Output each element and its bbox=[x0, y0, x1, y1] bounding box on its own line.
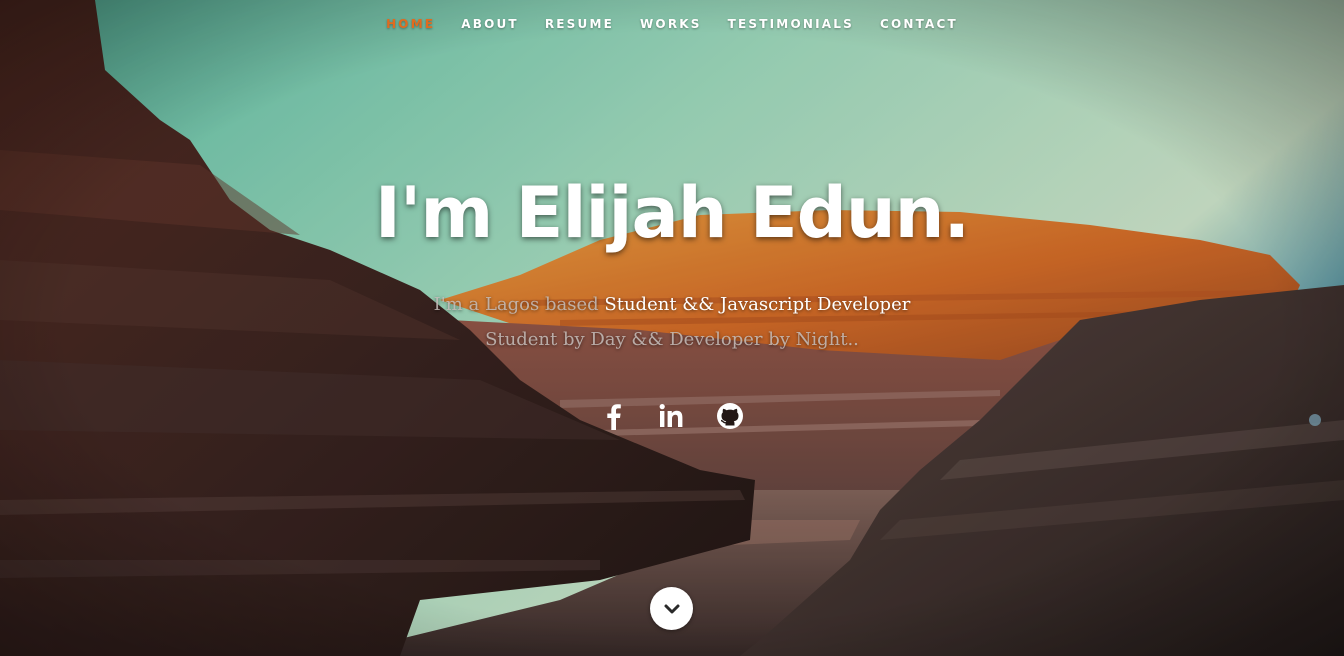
linkedin-link[interactable] bbox=[654, 398, 690, 434]
hero-section: HOME ABOUT RESUME WORKS TESTIMONIALS CON… bbox=[0, 0, 1344, 656]
canyon-background-image bbox=[0, 0, 1344, 656]
facebook-icon bbox=[607, 404, 621, 430]
linkedin-icon bbox=[659, 404, 683, 427]
banner-title: I'm Elijah Edun. bbox=[374, 172, 970, 254]
banner-subtagline: Student by Day && Developer by Night.. bbox=[485, 329, 859, 350]
github-icon bbox=[717, 403, 743, 429]
main-nav: HOME ABOUT RESUME WORKS TESTIMONIALS CON… bbox=[0, 0, 1344, 48]
banner-tagline-prefix: I'm a Lagos based bbox=[433, 294, 599, 315]
chevron-down-icon bbox=[664, 604, 679, 613]
nav-item-about[interactable]: ABOUT bbox=[448, 17, 532, 31]
github-link[interactable] bbox=[712, 398, 748, 434]
nav-item-contact[interactable]: CONTACT bbox=[867, 17, 971, 31]
nav-item-testimonials[interactable]: TESTIMONIALS bbox=[715, 17, 867, 31]
nav-item-works[interactable]: WORKS bbox=[627, 17, 715, 31]
banner-tagline-highlight: Student && Javascript Developer bbox=[604, 294, 911, 315]
banner-tagline: I'm a Lagos based Student && Javascript … bbox=[0, 294, 1344, 315]
nav-item-resume[interactable]: RESUME bbox=[532, 17, 627, 31]
facebook-link[interactable] bbox=[596, 398, 632, 434]
social-links bbox=[0, 398, 1344, 434]
scroll-down-button[interactable] bbox=[650, 587, 693, 630]
nav-item-home[interactable]: HOME bbox=[373, 17, 448, 31]
